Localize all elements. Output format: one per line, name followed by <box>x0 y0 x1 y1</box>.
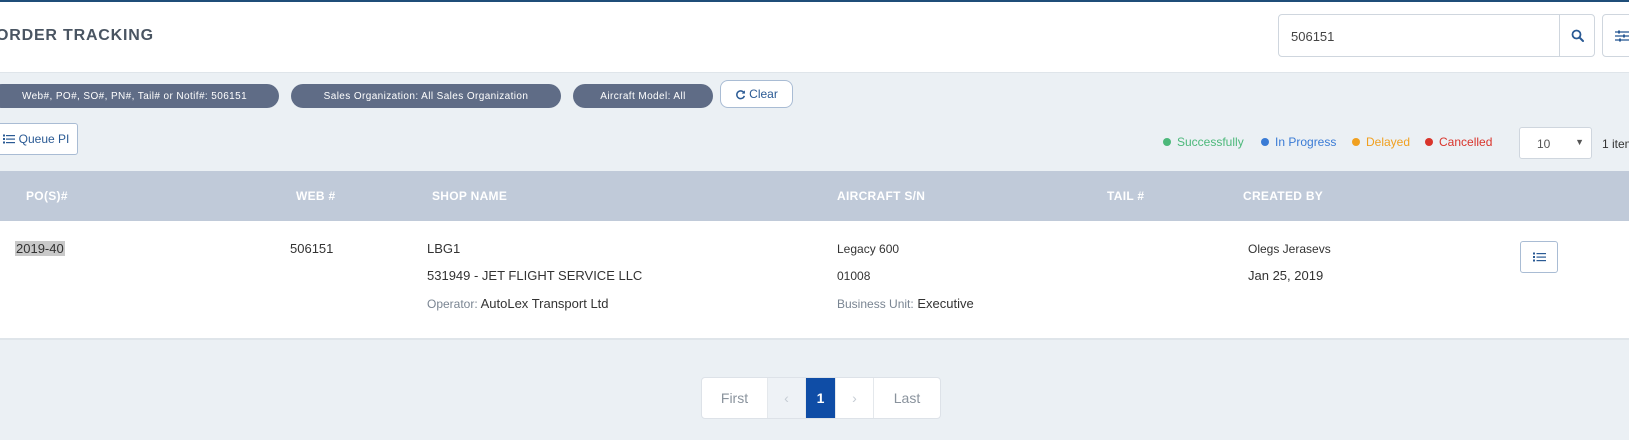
filter-chip-search[interactable]: Web#, PO#, SO#, PN#, Tail# or Notif#: 50… <box>0 84 279 108</box>
column-header-web[interactable]: WEB # <box>296 189 336 203</box>
row-details-button[interactable] <box>1520 241 1558 273</box>
clear-filters-button[interactable]: Clear <box>720 80 793 108</box>
column-header-tail[interactable]: TAIL # <box>1107 189 1144 203</box>
pagination-first[interactable]: First <box>702 378 768 418</box>
filter-chip-aircraft-model[interactable]: Aircraft Model: All <box>573 84 713 108</box>
operator-line: Operator: AutoLex Transport Ltd <box>427 296 609 311</box>
search-input[interactable] <box>1291 27 1541 45</box>
pagination-prev[interactable]: ‹ <box>768 378 806 418</box>
item-count: 1 item <box>1602 137 1629 151</box>
legend-delayed: Delayed <box>1352 133 1410 151</box>
queue-pi-label: Queue PI <box>18 132 70 146</box>
business-unit-value: Executive <box>917 296 974 311</box>
table-row: 2019-40 506151 LBG1 531949 - JET FLIGHT … <box>0 221 1629 340</box>
search-icon <box>1571 29 1584 42</box>
column-header-po[interactable]: PO(S)# <box>26 189 68 203</box>
table-header: PO(S)# WEB # SHOP NAME AIRCRAFT S/N TAIL… <box>0 171 1629 221</box>
page-header: ORDER TRACKING <box>0 2 1629 73</box>
clear-label: Clear <box>749 87 778 101</box>
column-header-created-by[interactable]: CREATED BY <box>1243 189 1323 203</box>
status-dot-red <box>1425 138 1433 146</box>
legend-label: Delayed <box>1366 135 1411 149</box>
operator-label: Operator: <box>427 297 478 311</box>
business-unit-label: Business Unit: <box>837 297 914 311</box>
po-number[interactable]: 2019-40 <box>15 241 65 256</box>
column-header-aircraft-sn[interactable]: AIRCRAFT S/N <box>837 189 925 203</box>
list-icon <box>2 134 15 144</box>
advanced-filter-button[interactable] <box>1602 14 1629 57</box>
column-header-shop-name[interactable]: SHOP NAME <box>432 189 507 203</box>
legend-label: In Progress <box>1275 135 1337 149</box>
legend-successfully: Successfully <box>1163 133 1244 151</box>
shop-code: LBG1 <box>427 241 461 256</box>
pagination: First ‹ 1 › Last <box>701 377 941 419</box>
status-dot-green <box>1163 138 1171 146</box>
status-dot-orange <box>1352 138 1360 146</box>
list-icon <box>1532 252 1546 262</box>
legend-label: Successfully <box>1177 135 1244 149</box>
legend-label: Cancelled <box>1439 135 1493 149</box>
legend-in-progress: In Progress <box>1261 133 1336 151</box>
aircraft-sn: 01008 <box>837 269 871 283</box>
pagination-current-page[interactable]: 1 <box>806 378 836 418</box>
sliders-icon <box>1615 30 1629 41</box>
search-button[interactable] <box>1559 14 1595 57</box>
queue-pi-button[interactable]: Queue PI <box>0 123 78 155</box>
legend-cancelled: Cancelled <box>1425 133 1492 151</box>
pagination-next[interactable]: › <box>836 378 874 418</box>
operator-value: AutoLex Transport Ltd <box>480 296 609 311</box>
search-box[interactable] <box>1278 14 1560 57</box>
pagination-last[interactable]: Last <box>874 378 940 418</box>
page-size-select[interactable]: 10 ▼ <box>1519 127 1592 159</box>
status-dot-blue <box>1261 138 1269 146</box>
shop-name: 531949 - JET FLIGHT SERVICE LLC <box>427 268 643 283</box>
created-date: Jan 25, 2019 <box>1248 268 1324 283</box>
page-size-value: 10 <box>1537 137 1551 151</box>
aircraft-model: Legacy 600 <box>837 242 900 256</box>
refresh-icon <box>736 89 746 99</box>
created-by-name: Olegs Jerasevs <box>1248 242 1331 256</box>
page-title: ORDER TRACKING <box>0 27 154 44</box>
po-cell: 2019-40 <box>15 241 65 256</box>
filter-chip-sales-organization[interactable]: Sales Organization: All Sales Organizati… <box>291 84 561 108</box>
business-unit-line: Business Unit: Executive <box>837 296 974 311</box>
caret-down-icon: ▼ <box>1575 137 1584 147</box>
web-number: 506151 <box>290 241 334 256</box>
